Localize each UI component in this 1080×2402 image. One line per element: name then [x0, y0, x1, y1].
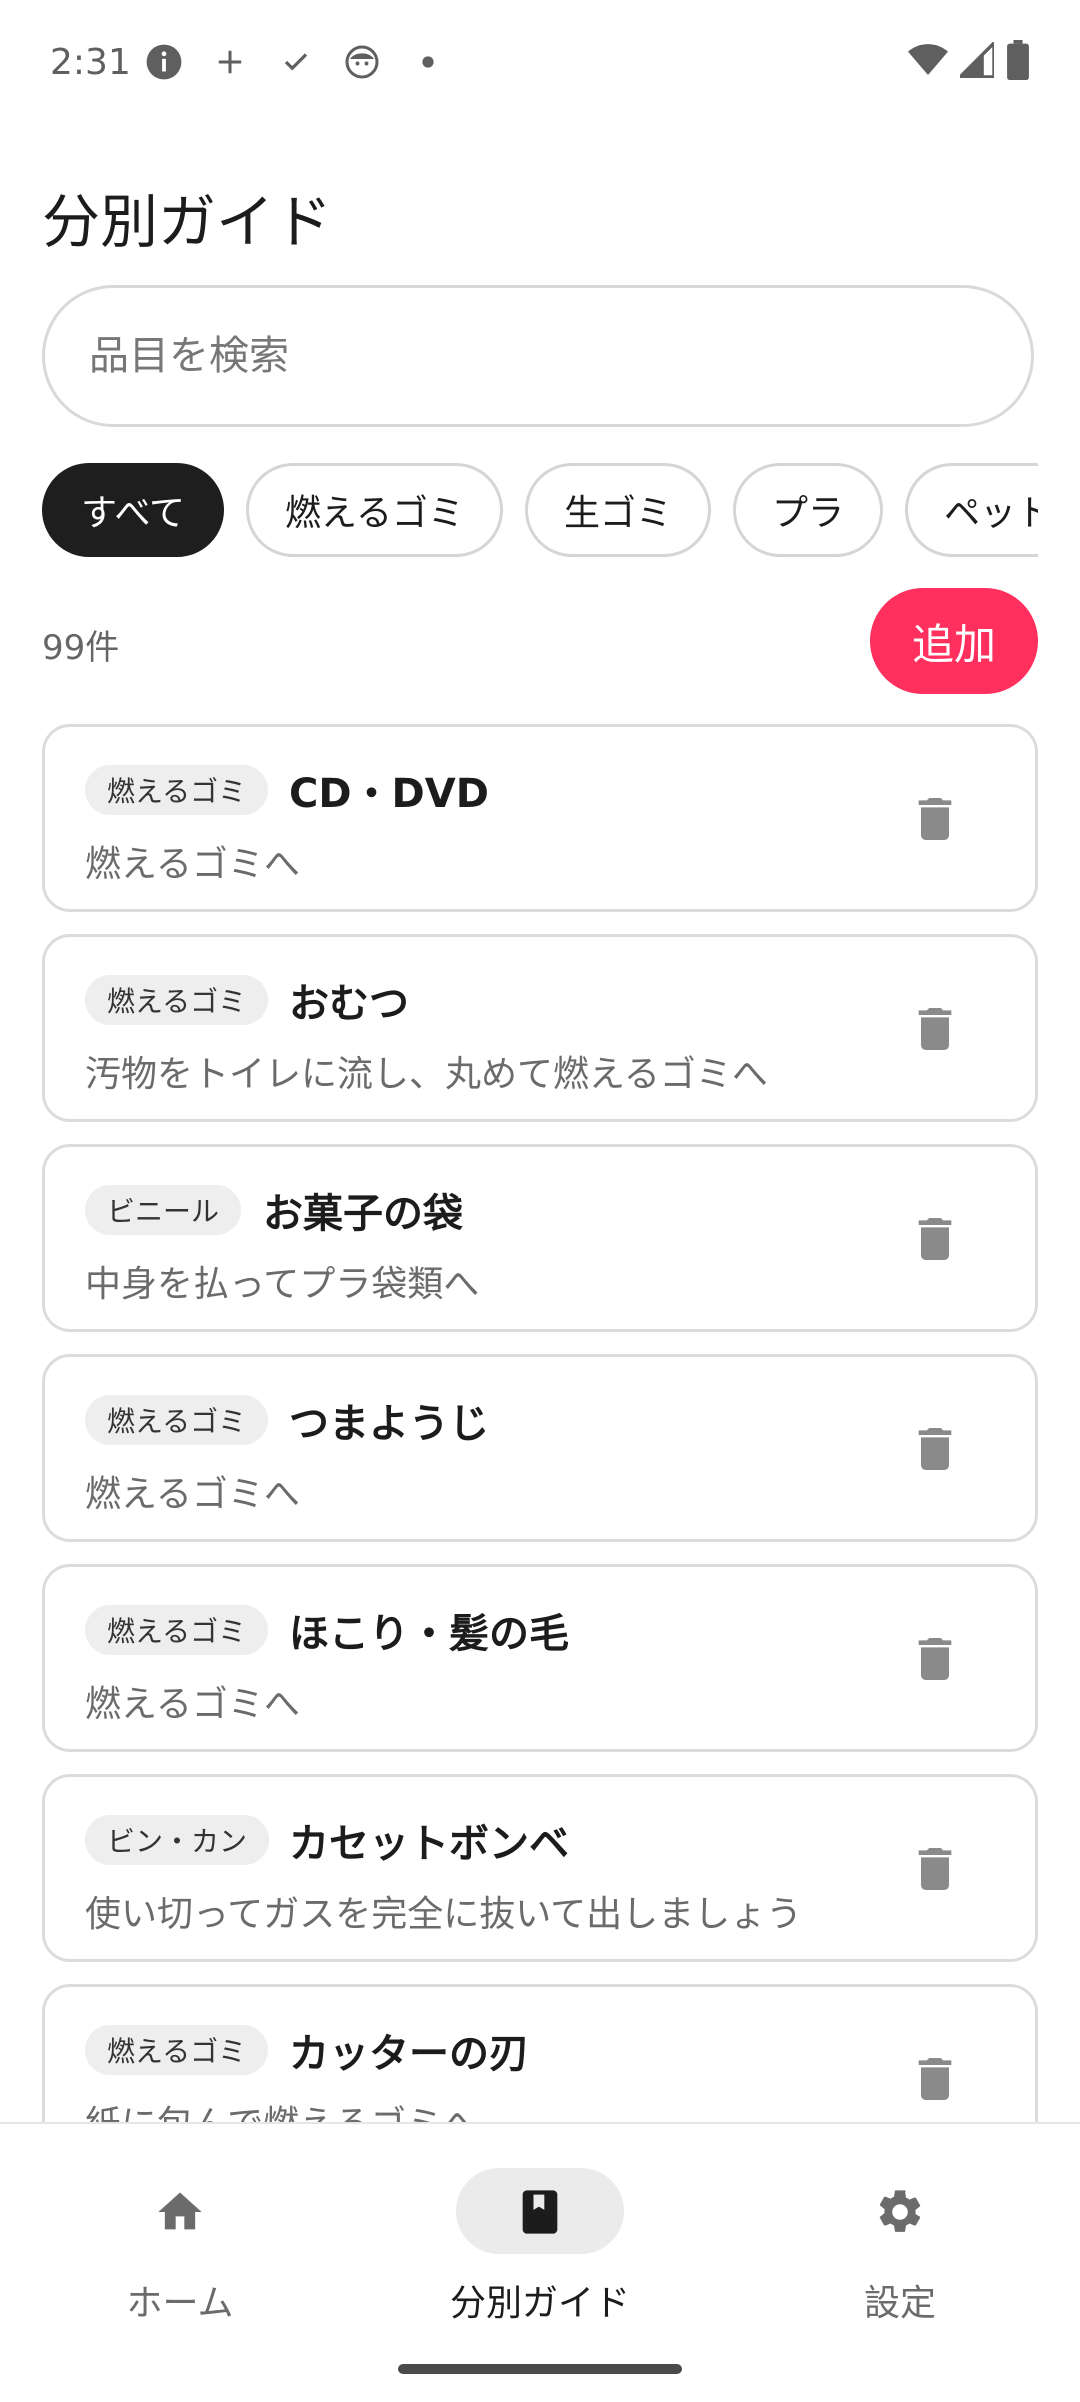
item-description: 燃えるゴミへ [85, 1684, 300, 1725]
list-item[interactable]: ビン・カン カセットボンベ 使い切ってガスを完全に抜いて出しましょう [42, 1774, 1038, 1962]
list-item[interactable]: 燃えるゴミ おむつ 汚物をトイレに流し、丸めて燃えるゴミへ [42, 934, 1038, 1122]
filter-chip-all[interactable]: すべて [42, 463, 225, 557]
filter-chip-pet[interactable]: ペット [905, 463, 1038, 557]
item-description: 燃えるゴミへ [85, 1474, 300, 1515]
face-icon [342, 42, 382, 82]
item-name: カセットボンベ [289, 1821, 569, 1867]
trash-icon[interactable] [907, 1001, 963, 1057]
nav-label-home: ホーム [126, 2283, 234, 2324]
status-bar: 2:31 [0, 0, 1080, 128]
list-item[interactable]: 燃えるゴミ カッターの刃 紙に包んで燃えるゴミへ [42, 1984, 1038, 2122]
status-time: 2:31 [50, 42, 131, 83]
item-description: 汚物をトイレに流し、丸めて燃えるゴミへ [85, 1054, 768, 1095]
gear-icon [879, 2190, 921, 2232]
filter-chip-food-waste[interactable]: 生ゴミ [524, 463, 711, 557]
list-item[interactable]: ビニール お菓子の袋 中身を払ってプラ袋類へ [42, 1144, 1038, 1332]
item-description: 中身を払ってプラ袋類へ [85, 1264, 480, 1305]
page-title: 分別ガイド [42, 188, 333, 256]
item-name: つまようじ [289, 1401, 489, 1447]
trash-icon[interactable] [907, 2051, 963, 2107]
trash-icon[interactable] [907, 791, 963, 847]
item-name: お菓子の袋 [263, 1191, 463, 1237]
info-icon [144, 42, 184, 82]
home-indicator[interactable] [398, 2364, 682, 2374]
nav-label-settings: 設定 [863, 2283, 936, 2324]
category-badge: 燃えるゴミ [85, 2025, 269, 2075]
category-badge: 燃えるゴミ [85, 1605, 269, 1655]
item-name: おむつ [289, 981, 409, 1027]
status-icons-right [908, 38, 1030, 84]
category-badge: 燃えるゴミ [85, 975, 269, 1025]
category-badge: ビン・カン [85, 1815, 270, 1865]
filter-chips: すべて 燃えるゴミ 生ゴミ プラ ペット [42, 463, 1038, 557]
item-name: ほこり・髪の毛 [289, 1611, 569, 1657]
item-description: 燃えるゴミへ [85, 844, 300, 885]
trash-icon[interactable] [907, 1211, 963, 1267]
status-icons-left [144, 42, 448, 82]
item-description: 紙に包んで燃えるゴミへ [85, 2095, 478, 2122]
trash-icon[interactable] [907, 1841, 963, 1897]
home-icon [158, 2192, 202, 2230]
item-name: CD・DVD [289, 771, 489, 817]
category-badge: ビニール [85, 1185, 242, 1235]
signal-icon [955, 38, 996, 82]
result-count: 99件 [42, 628, 120, 668]
item-list: 燃えるゴミ CD・DVD 燃えるゴミへ 燃えるゴミ おむつ 汚物をトイレに流し、… [42, 724, 1038, 2122]
search-field[interactable] [42, 285, 1034, 427]
plus-icon [210, 42, 250, 82]
category-badge: 燃えるゴミ [85, 1395, 269, 1445]
list-item[interactable]: 燃えるゴミ つまようじ 燃えるゴミへ [42, 1354, 1038, 1542]
item-description: 使い切ってガスを完全に抜いて出しましょう [85, 1894, 803, 1935]
wifi-icon [908, 42, 948, 82]
nav-item-guide[interactable]: 分別ガイド [360, 2146, 720, 2346]
dot-icon [408, 42, 448, 82]
nav-item-home[interactable]: ホーム [0, 2146, 360, 2346]
book-icon [522, 2190, 558, 2234]
add-button[interactable]: 追加 [870, 588, 1038, 694]
category-badge: 燃えるゴミ [85, 765, 269, 815]
filter-chip-burnable[interactable]: 燃えるゴミ [246, 463, 503, 557]
list-item[interactable]: 燃えるゴミ CD・DVD 燃えるゴミへ [42, 724, 1038, 912]
item-name: カッターの刃 [289, 2031, 529, 2077]
nav-item-settings[interactable]: 設定 [720, 2146, 1080, 2346]
nav-label-guide: 分別ガイド [449, 2283, 630, 2324]
bottom-nav: ホーム 分別ガイド 設定 [0, 2122, 1080, 2402]
trash-icon[interactable] [907, 1421, 963, 1477]
search-input[interactable] [87, 332, 1031, 380]
check-icon [276, 42, 316, 82]
list-item[interactable]: 燃えるゴミ ほこり・髪の毛 燃えるゴミへ [42, 1564, 1038, 1752]
filter-chip-plastic[interactable]: プラ [732, 463, 883, 557]
battery-icon [1006, 40, 1030, 84]
trash-icon[interactable] [907, 1631, 963, 1687]
